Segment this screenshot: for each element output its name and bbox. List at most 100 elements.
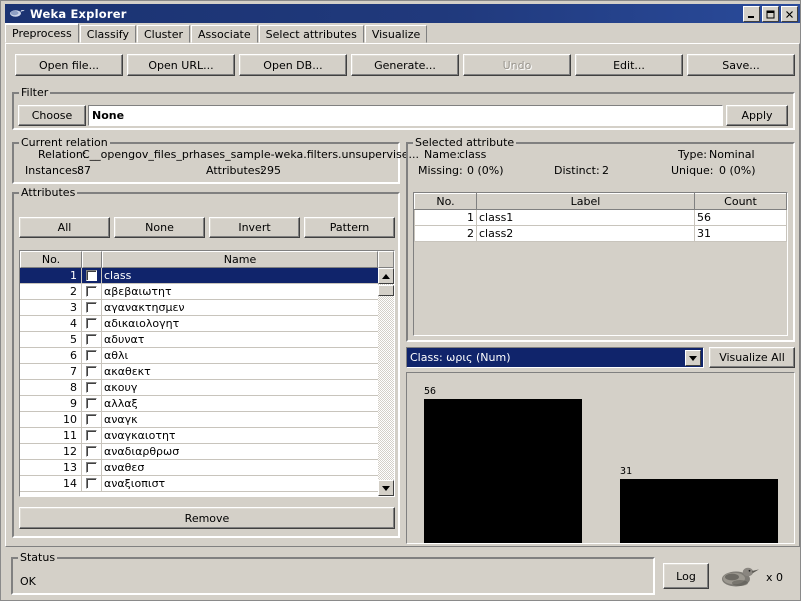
attribute-row[interactable]: 5 αδυνατ: [20, 332, 378, 348]
col-checkbox[interactable]: [82, 251, 102, 268]
open-db-button[interactable]: Open DB...: [239, 54, 347, 76]
attribute-row[interactable]: 3 αγανακτησμεν: [20, 300, 378, 316]
table-row[interactable]: 2 class2 31: [414, 225, 787, 242]
tab-label: Cluster: [143, 27, 183, 41]
scroll-up-button[interactable]: [378, 268, 394, 284]
invert-selection-button[interactable]: Invert: [209, 217, 300, 238]
attribute-checkbox[interactable]: [82, 460, 102, 476]
close-button[interactable]: [781, 6, 798, 22]
pattern-button[interactable]: Pattern: [304, 217, 395, 238]
class-selector-combo[interactable]: Class: ωρις (Num): [406, 347, 704, 368]
checkbox-icon[interactable]: [86, 398, 97, 409]
col-count[interactable]: Count: [694, 193, 787, 210]
attribute-row-name: αγανακτησμεν: [102, 300, 378, 316]
checkbox-icon[interactable]: [86, 302, 97, 313]
attribute-row[interactable]: 10 αναγκ: [20, 412, 378, 428]
attribute-row[interactable]: 14 αναξιοπιστ: [20, 476, 378, 492]
attribute-checkbox[interactable]: [82, 476, 102, 492]
checkbox-icon[interactable]: [86, 286, 97, 297]
attribute-histogram[interactable]: 56 31: [406, 372, 795, 544]
attribute-row[interactable]: 1 class: [20, 268, 378, 284]
col-no[interactable]: No.: [20, 251, 82, 268]
open-file-button[interactable]: Open file...: [15, 54, 123, 76]
attribute-row[interactable]: 11 αναγκαιοτητ: [20, 428, 378, 444]
attribute-row[interactable]: 2 αβεβαιωτητ: [20, 284, 378, 300]
checkbox-icon[interactable]: [86, 462, 97, 473]
attribute-row[interactable]: 9 αλλαξ: [20, 396, 378, 412]
attributes-scrollbar[interactable]: [378, 268, 394, 496]
maximize-button[interactable]: [762, 6, 779, 22]
attribute-row[interactable]: 12 αναδιαρθρωσ: [20, 444, 378, 460]
nominal-values-grid: No. Label Count 1 class1 56 2 class2 31: [414, 193, 787, 242]
checkbox-icon[interactable]: [86, 430, 97, 441]
col-no[interactable]: No.: [414, 193, 477, 210]
attribute-checkbox[interactable]: [82, 428, 102, 444]
attribute-checkbox[interactable]: [82, 300, 102, 316]
log-button[interactable]: Log: [663, 563, 709, 589]
visualize-all-button[interactable]: Visualize All: [709, 347, 795, 368]
attribute-row-number: 9: [20, 396, 82, 412]
attribute-checkbox[interactable]: [82, 364, 102, 380]
checkbox-icon[interactable]: [86, 478, 97, 489]
attribute-checkbox[interactable]: [82, 316, 102, 332]
select-none-button[interactable]: None: [114, 217, 205, 238]
attribute-row[interactable]: 13 αναθεσ: [20, 460, 378, 476]
open-url-button[interactable]: Open URL...: [127, 54, 235, 76]
histogram-bar-class2: [620, 479, 778, 543]
tab-associate[interactable]: Associate: [191, 25, 258, 43]
attribute-row-number: 11: [20, 428, 82, 444]
choose-filter-button[interactable]: Choose: [18, 105, 86, 126]
attribute-row-name: αναδιαρθρωσ: [102, 444, 378, 460]
attribute-checkbox[interactable]: [82, 380, 102, 396]
table-header-row: No. Label Count: [414, 193, 787, 210]
attribute-checkbox[interactable]: [82, 444, 102, 460]
tab-preprocess[interactable]: Preprocess: [5, 23, 79, 43]
checkbox-icon[interactable]: [86, 414, 97, 425]
tab-select-attributes[interactable]: Select attributes: [258, 25, 364, 43]
attributes-list[interactable]: No. Name 1 class 2 αβεβαιωτητ 3 αγανακτησμεν 4…: [19, 250, 395, 497]
checkbox-icon[interactable]: [86, 334, 97, 345]
filter-value-field[interactable]: None: [88, 105, 723, 126]
tab-visualize[interactable]: Visualize: [364, 25, 428, 43]
attribute-row[interactable]: 7 ακαθεκτ: [20, 364, 378, 380]
attribute-row[interactable]: 6 αθλι: [20, 348, 378, 364]
checkbox-icon[interactable]: [86, 382, 97, 393]
button-label: Open URL...: [148, 58, 214, 72]
remove-attributes-button[interactable]: Remove: [19, 507, 395, 529]
attribute-row-name: ακαθεκτ: [102, 364, 378, 380]
col-name[interactable]: Name: [102, 251, 378, 268]
attribute-checkbox[interactable]: [82, 412, 102, 428]
col-label[interactable]: Label: [476, 193, 695, 210]
scrollbar-track[interactable]: [378, 284, 394, 480]
select-all-button[interactable]: All: [19, 217, 110, 238]
undo-button[interactable]: Undo: [463, 54, 571, 76]
attribute-checkbox[interactable]: [82, 332, 102, 348]
scrollbar-thumb[interactable]: [378, 285, 394, 296]
save-button[interactable]: Save...: [687, 54, 795, 76]
checkbox-icon[interactable]: [86, 446, 97, 457]
scroll-down-button[interactable]: [378, 480, 394, 496]
checkbox-icon[interactable]: [86, 350, 97, 361]
generate-button[interactable]: Generate...: [351, 54, 459, 76]
button-label: All: [57, 221, 72, 234]
nominal-values-table[interactable]: No. Label Count 1 class1 56 2 class2 31: [413, 192, 788, 336]
checkbox-icon[interactable]: [86, 270, 97, 281]
minimize-button[interactable]: [743, 6, 760, 22]
attribute-row[interactable]: 4 αδικαιολογητ: [20, 316, 378, 332]
table-row[interactable]: 1 class1 56: [414, 209, 787, 226]
checkbox-icon[interactable]: [86, 318, 97, 329]
chevron-down-icon[interactable]: [685, 350, 701, 366]
checkbox-icon[interactable]: [86, 366, 97, 377]
tab-cluster[interactable]: Cluster: [136, 25, 190, 43]
apply-filter-button[interactable]: Apply: [726, 105, 788, 126]
attribute-checkbox[interactable]: [82, 396, 102, 412]
weka-bird-icon: [9, 6, 25, 21]
attribute-checkbox[interactable]: [82, 284, 102, 300]
attribute-row-number: 5: [20, 332, 82, 348]
button-label: Log: [676, 569, 696, 583]
attribute-checkbox[interactable]: [82, 348, 102, 364]
attribute-checkbox[interactable]: [82, 268, 102, 284]
attribute-row[interactable]: 8 ακουγ: [20, 380, 378, 396]
edit-button[interactable]: Edit...: [575, 54, 683, 76]
tab-classify[interactable]: Classify: [79, 25, 136, 43]
